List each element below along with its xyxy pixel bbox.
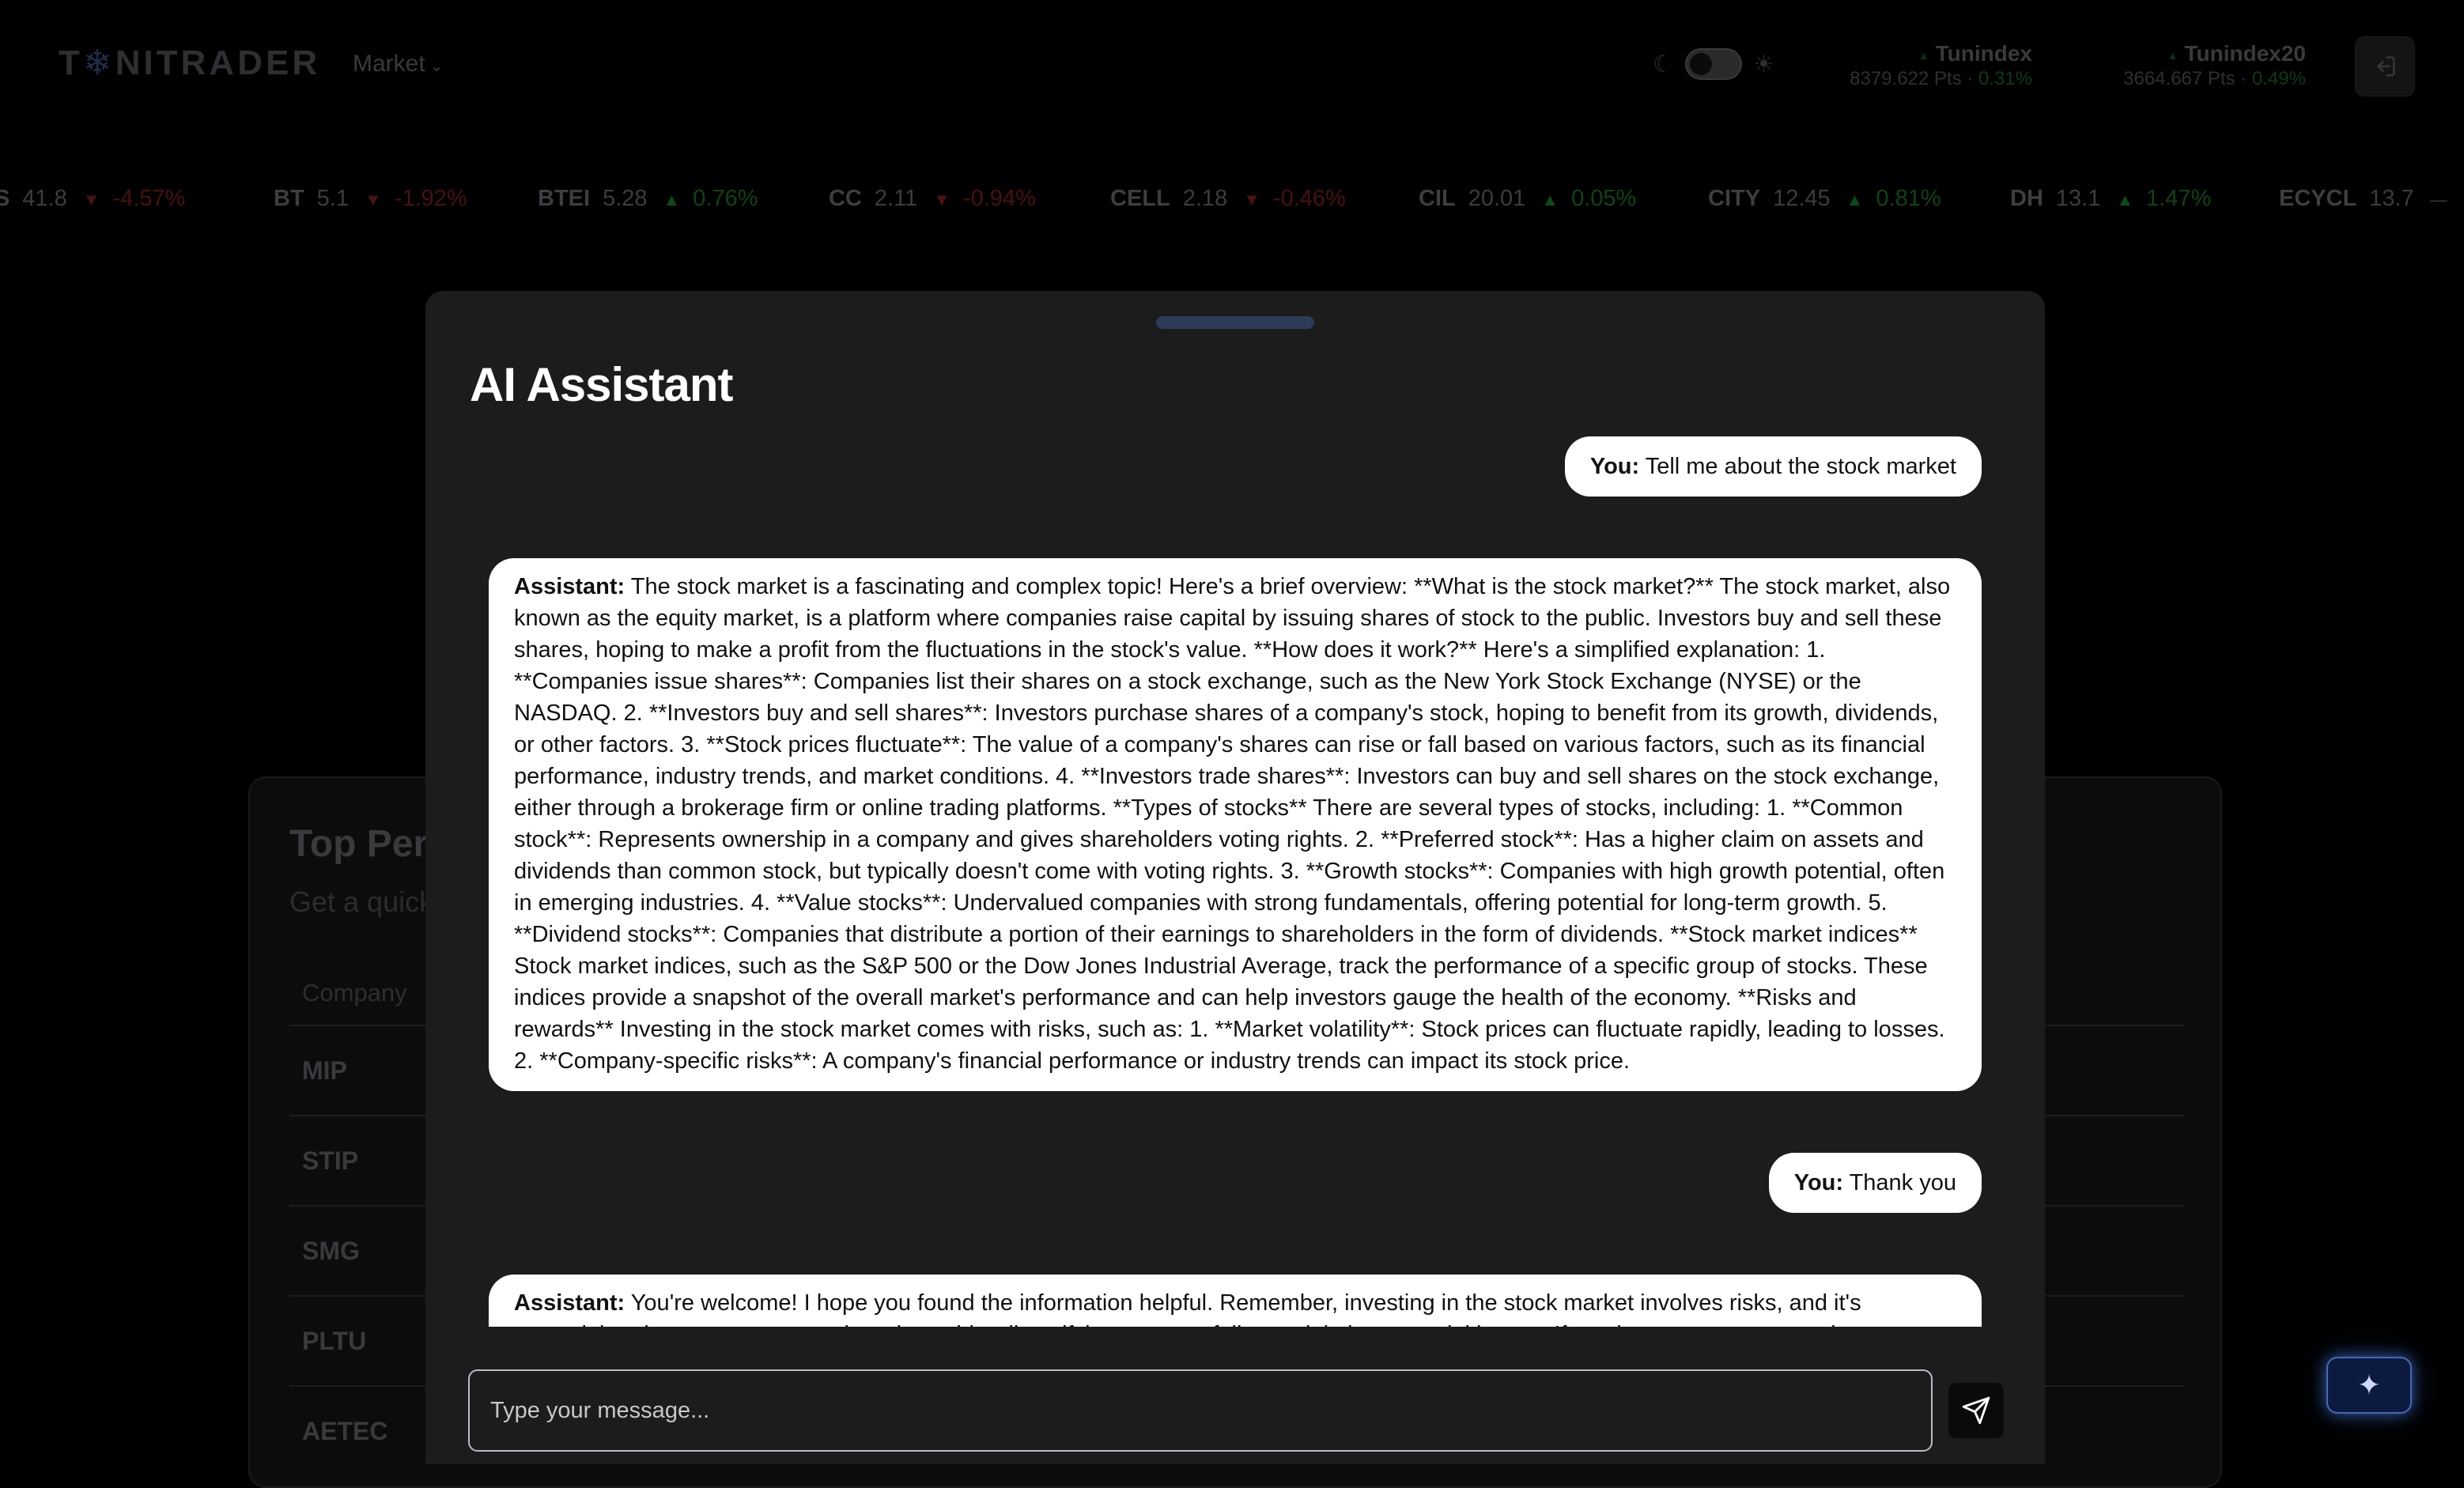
market-menu[interactable]: Market ⌄ xyxy=(353,51,443,77)
ticker-symbol: CC xyxy=(829,186,862,211)
down-triangle-icon: ▼ xyxy=(1243,190,1260,210)
tunitrader-logo[interactable]: T❄NITRADER xyxy=(59,43,320,83)
ticker-price: 5.28 xyxy=(603,186,648,211)
company-symbol: SMG xyxy=(302,1237,360,1265)
ticker-item[interactable]: CC 2.11 ▼ -0.94% xyxy=(829,179,1036,218)
speaker-label: Assistant: xyxy=(514,1290,625,1316)
ticker-price: 5.1 xyxy=(316,186,349,211)
ticker-price: 13.7 xyxy=(2369,186,2414,211)
up-triangle-icon: ▲ xyxy=(663,190,681,210)
index-points: 3664.667 Pts xyxy=(2123,68,2235,89)
up-triangle-icon: ▲ xyxy=(1846,190,1864,210)
sun-icon: ☀ xyxy=(1752,51,1774,77)
ticker-symbol: CELL xyxy=(1110,186,1170,211)
message-input-wrapper xyxy=(468,1369,1933,1452)
send-button[interactable] xyxy=(1948,1383,2004,1438)
theme-toggle[interactable] xyxy=(1684,48,1742,80)
ticker-item[interactable]: DH 13.1 ▲ 1.47% xyxy=(2010,179,2211,218)
modal-title: AI Assistant xyxy=(470,358,734,411)
up-triangle-icon: ▲ xyxy=(1541,190,1559,210)
down-triangle-icon: ▼ xyxy=(365,190,382,210)
assistant-message: Assistant: The stock market is a fascina… xyxy=(489,558,1982,1091)
drag-handle[interactable] xyxy=(1156,316,1314,329)
message-text: Thank you xyxy=(1849,1170,1956,1195)
ticker-item[interactable]: CELL 2.18 ▼ -0.46% xyxy=(1110,179,1346,218)
ticker-item[interactable]: BT 5.1 ▼ -1.92% xyxy=(274,179,467,218)
ticker-change: 0.05% xyxy=(1571,186,1637,211)
market-menu-label: Market xyxy=(353,51,425,77)
index-name: Tunindex xyxy=(1935,41,2032,66)
ticker-change: -0.46% xyxy=(1272,186,1346,211)
card-subtitle: Get a quick xyxy=(289,886,434,918)
index-tunindex: ▲ Tunindex 8379.622 Pts · 0.31% xyxy=(1850,41,2032,89)
user-message: You: Thank you xyxy=(1768,1153,1982,1213)
speaker-label: Assistant: xyxy=(514,574,625,599)
ticker-symbol: ECYCL xyxy=(2279,186,2357,211)
ticker-symbol: BS xyxy=(0,186,10,211)
index-tunindex20: ▲ Tunindex20 3664.667 Pts · 0.49% xyxy=(2123,41,2306,89)
chevron-down-icon: ⌄ xyxy=(429,58,444,75)
ticker-item[interactable]: CITY 12.45 ▲ 0.81% xyxy=(1708,179,1941,218)
ai-assistant-modal: AI Assistant You: Tell me about the stoc… xyxy=(425,291,2045,1464)
stock-ticker: BS 41.8 ▼ -4.57% BT 5.1 ▼ -1.92% BTEI 5.28 ▲ 0.76… xyxy=(0,179,2464,218)
company-symbol: AETEC xyxy=(302,1417,388,1445)
send-icon xyxy=(1962,1396,1990,1425)
speaker-label: You: xyxy=(1589,454,1640,479)
message-text: The stock market is a fascinating and co… xyxy=(514,574,1951,1074)
company-symbol: STIP xyxy=(302,1146,359,1175)
ticker-change: -0.94% xyxy=(962,186,1036,211)
ticker-change: 1.47% xyxy=(2146,186,2212,211)
company-symbol: PLTU xyxy=(302,1327,367,1355)
down-triangle-icon: ▼ xyxy=(82,190,100,210)
ticker-price: 2.18 xyxy=(1182,186,1228,211)
top-navigation-bar: T❄NITRADER Market ⌄ ☾ ☀ ▲ Tunindex 8379.62… xyxy=(0,0,2464,130)
ticker-symbol: CIL xyxy=(1419,186,1456,211)
logout-icon xyxy=(2377,56,2395,77)
dash-icon: — xyxy=(2429,190,2447,210)
ticker-change: -1.92% xyxy=(394,186,467,211)
sparkle-icon: ✦ xyxy=(2356,1369,2382,1401)
up-triangle-icon: ▲ xyxy=(1918,48,1929,62)
chat-messages[interactable]: You: Tell me about the stock market Assi… xyxy=(425,432,2045,1327)
ticker-item[interactable]: CIL 20.01 ▲ 0.05% xyxy=(1419,179,1636,218)
index-change: 0.49% xyxy=(2251,68,2306,89)
ticker-price: 20.01 xyxy=(1468,186,1526,211)
column-header-company: Company xyxy=(302,979,407,1006)
message-input[interactable] xyxy=(470,1371,1931,1450)
logout-button[interactable] xyxy=(2355,36,2415,96)
index-points: 8379.622 Pts xyxy=(1850,68,1962,89)
up-triangle-icon: ▲ xyxy=(2116,190,2134,210)
ticker-change: 0.76% xyxy=(693,186,758,211)
moon-icon: ☾ xyxy=(1653,51,1674,77)
ticker-price: 13.1 xyxy=(2055,186,2101,211)
ticker-symbol: BTEI xyxy=(538,186,591,211)
ticker-symbol: CITY xyxy=(1708,186,1761,211)
ticker-change: 0.81% xyxy=(1876,186,1941,211)
user-message: You: Tell me about the stock market xyxy=(1564,436,1982,497)
ticker-symbol: DH xyxy=(2010,186,2043,211)
ticker-price: 41.8 xyxy=(22,186,67,211)
ticker-price: 2.11 xyxy=(874,186,918,211)
ticker-change: -4.57% xyxy=(112,186,186,211)
theme-switcher: ☾ ☀ xyxy=(1653,46,1774,82)
up-triangle-icon: ▲ xyxy=(2167,48,2179,62)
message-text: You're welcome! I hope you found the inf… xyxy=(514,1290,1899,1327)
speaker-label: You: xyxy=(1793,1170,1844,1195)
message-text: Tell me about the stock market xyxy=(1645,454,1956,479)
index-change: 0.31% xyxy=(1978,68,2032,89)
theme-toggle-knob xyxy=(1689,53,1712,75)
down-triangle-icon: ▼ xyxy=(933,190,950,210)
ticker-price: 12.45 xyxy=(1773,186,1831,211)
company-symbol: MIP xyxy=(302,1056,347,1085)
index-name: Tunindex20 xyxy=(2184,41,2306,66)
ticker-item[interactable]: BS 41.8 ▼ -4.57% xyxy=(0,179,185,218)
ticker-symbol: BT xyxy=(274,186,304,211)
ticker-item[interactable]: ECYCL 13.7 — xyxy=(2279,179,2460,218)
assistant-message: Assistant: You're welcome! I hope you fo… xyxy=(489,1275,1982,1327)
ai-assistant-fab[interactable]: ✦ xyxy=(2326,1357,2412,1414)
ticker-item[interactable]: BTEI 5.28 ▲ 0.76% xyxy=(538,179,758,218)
logo-globe-icon: ❄ xyxy=(82,43,115,82)
